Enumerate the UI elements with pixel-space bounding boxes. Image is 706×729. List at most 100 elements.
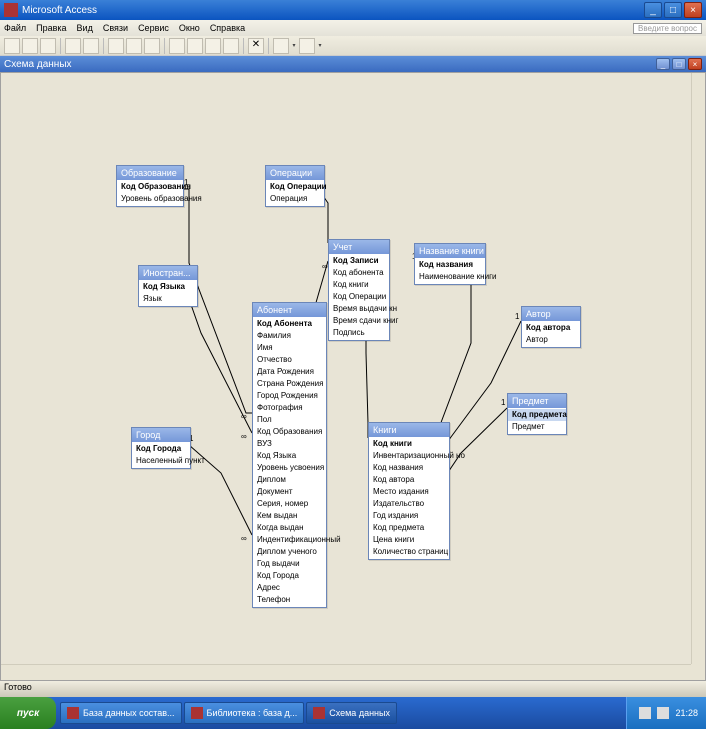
table-field[interactable]: Код Образования bbox=[117, 181, 183, 193]
ask-question-box[interactable]: Введите вопрос bbox=[633, 23, 702, 34]
menu-view[interactable]: Вид bbox=[77, 23, 93, 33]
table-field[interactable]: Код Языка bbox=[139, 281, 197, 293]
table-header[interactable]: Учет bbox=[329, 240, 389, 254]
taskbar-item[interactable]: База данных состав... bbox=[60, 702, 182, 724]
tool-preview-icon[interactable] bbox=[83, 38, 99, 54]
table-field[interactable]: Наименование книги bbox=[415, 271, 485, 283]
table-field[interactable]: Предмет bbox=[508, 421, 566, 433]
table-author[interactable]: Автор Код автора Автор bbox=[521, 306, 581, 348]
start-button[interactable]: пуск bbox=[0, 697, 56, 729]
tool-all-relations-icon[interactable] bbox=[223, 38, 239, 54]
table-field[interactable]: Код автора bbox=[369, 474, 449, 486]
close-button[interactable]: × bbox=[684, 2, 702, 18]
tool-add-table-icon[interactable] bbox=[169, 38, 185, 54]
table-field[interactable]: Документ bbox=[253, 486, 326, 498]
table-field[interactable]: Населенный пункт bbox=[132, 455, 190, 467]
tool-new-icon[interactable] bbox=[4, 38, 20, 54]
table-field[interactable]: Фамилия bbox=[253, 330, 326, 342]
menu-help[interactable]: Справка bbox=[210, 23, 245, 33]
table-header[interactable]: Иностран... bbox=[139, 266, 197, 280]
table-field[interactable]: Код автора bbox=[522, 322, 580, 334]
table-field[interactable]: Код предмета bbox=[369, 522, 449, 534]
table-field[interactable]: Время выдачи кн bbox=[329, 303, 389, 315]
table-field[interactable]: Отчество bbox=[253, 354, 326, 366]
table-subject[interactable]: Предмет Код предмета Предмет bbox=[507, 393, 567, 435]
table-field[interactable]: Код Записи bbox=[329, 255, 389, 267]
table-field[interactable]: Код книги bbox=[369, 438, 449, 450]
menu-relations[interactable]: Связи bbox=[103, 23, 128, 33]
table-field[interactable]: Код Города bbox=[253, 570, 326, 582]
table-field[interactable]: Цена книги bbox=[369, 534, 449, 546]
maximize-button[interactable]: □ bbox=[664, 2, 682, 18]
tool-show-table-icon[interactable] bbox=[187, 38, 203, 54]
table-education[interactable]: Образование Код Образования Уровень обра… bbox=[116, 165, 184, 207]
table-header[interactable]: Город bbox=[132, 428, 190, 442]
table-operation[interactable]: Операции Код Операции Операция bbox=[265, 165, 325, 207]
tool-paste-icon[interactable] bbox=[144, 38, 160, 54]
table-field[interactable]: Издательство bbox=[369, 498, 449, 510]
table-field[interactable]: Когда выдан bbox=[253, 522, 326, 534]
tool-delete-icon[interactable]: ✕ bbox=[248, 38, 264, 54]
menu-service[interactable]: Сервис bbox=[138, 23, 169, 33]
table-field[interactable]: Уровень образования bbox=[117, 193, 183, 205]
table-field[interactable]: Операция bbox=[266, 193, 324, 205]
table-field[interactable]: Автор bbox=[522, 334, 580, 346]
schema-minimize-button[interactable]: _ bbox=[656, 58, 670, 70]
tray-icon[interactable] bbox=[639, 707, 651, 719]
table-field[interactable]: Страна Рождения bbox=[253, 378, 326, 390]
tray-icon[interactable] bbox=[657, 707, 669, 719]
table-field[interactable]: Диплом bbox=[253, 474, 326, 486]
tool-cut-icon[interactable] bbox=[108, 38, 124, 54]
menu-window[interactable]: Окно bbox=[179, 23, 200, 33]
toolbar-overflow-icon[interactable]: ▾ bbox=[317, 38, 323, 54]
table-field[interactable]: Адрес bbox=[253, 582, 326, 594]
table-field[interactable]: Пол bbox=[253, 414, 326, 426]
table-book[interactable]: Книги Код книги Инвентаризационный но Ко… bbox=[368, 422, 450, 560]
table-field[interactable]: Язык bbox=[139, 293, 197, 305]
schema-canvas[interactable]: 1∞ 1∞ 1∞ 1∞ 1 ∞1 ∞1 ∞1 ∞1 bbox=[1, 73, 693, 664]
schema-maximize-button[interactable]: □ bbox=[672, 58, 686, 70]
minimize-button[interactable]: _ bbox=[644, 2, 662, 18]
schema-close-button[interactable]: × bbox=[688, 58, 702, 70]
table-booktitle[interactable]: Название книги Код названия Наименование… bbox=[414, 243, 486, 285]
table-header[interactable]: Абонент bbox=[253, 303, 326, 317]
table-field[interactable]: Код названия bbox=[369, 462, 449, 474]
table-field[interactable]: Код абонента bbox=[329, 267, 389, 279]
tool-open-icon[interactable] bbox=[22, 38, 38, 54]
toolbar-dropdown-icon[interactable]: ▾ bbox=[291, 38, 297, 54]
table-field[interactable]: Год издания bbox=[369, 510, 449, 522]
table-header[interactable]: Автор bbox=[522, 307, 580, 321]
tool-print-icon[interactable] bbox=[65, 38, 81, 54]
tool-help-icon[interactable] bbox=[299, 38, 315, 54]
table-field[interactable]: Код книги bbox=[329, 279, 389, 291]
table-field[interactable]: Код названия bbox=[415, 259, 485, 271]
system-tray[interactable]: 21:28 bbox=[626, 697, 706, 729]
table-language[interactable]: Иностран... Код Языка Язык bbox=[138, 265, 198, 307]
table-header[interactable]: Образование bbox=[117, 166, 183, 180]
menu-file[interactable]: Файл bbox=[4, 23, 26, 33]
table-field[interactable]: Имя bbox=[253, 342, 326, 354]
tool-office-icon[interactable] bbox=[273, 38, 289, 54]
table-field[interactable]: Время сдачи книг bbox=[329, 315, 389, 327]
table-header[interactable]: Операции bbox=[266, 166, 324, 180]
table-field[interactable]: Количество страниц bbox=[369, 546, 449, 558]
table-field[interactable]: Код Языка bbox=[253, 450, 326, 462]
table-field[interactable]: Серия, номер bbox=[253, 498, 326, 510]
table-uchet[interactable]: Учет Код Записи Код абонента Код книги К… bbox=[328, 239, 390, 341]
table-field[interactable]: Уровень усвоения bbox=[253, 462, 326, 474]
horizontal-scrollbar[interactable] bbox=[1, 664, 691, 680]
table-field[interactable]: Код предмета bbox=[508, 409, 566, 421]
menu-edit[interactable]: Правка bbox=[36, 23, 66, 33]
table-field[interactable]: Фотография bbox=[253, 402, 326, 414]
taskbar-item[interactable]: Библиотека : база д... bbox=[184, 702, 305, 724]
table-city[interactable]: Город Код Города Населенный пункт bbox=[131, 427, 191, 469]
table-field[interactable]: Код Операции bbox=[329, 291, 389, 303]
table-field[interactable]: Код Абонента bbox=[253, 318, 326, 330]
taskbar-item[interactable]: Схема данных bbox=[306, 702, 397, 724]
table-field[interactable]: Год выдачи bbox=[253, 558, 326, 570]
table-header[interactable]: Название книги bbox=[415, 244, 485, 258]
table-abonent[interactable]: Абонент Код Абонента Фамилия Имя Отчеств… bbox=[252, 302, 327, 608]
table-field[interactable]: Инвентаризационный но bbox=[369, 450, 449, 462]
table-field[interactable]: Кем выдан bbox=[253, 510, 326, 522]
table-field[interactable]: Город Рождения bbox=[253, 390, 326, 402]
